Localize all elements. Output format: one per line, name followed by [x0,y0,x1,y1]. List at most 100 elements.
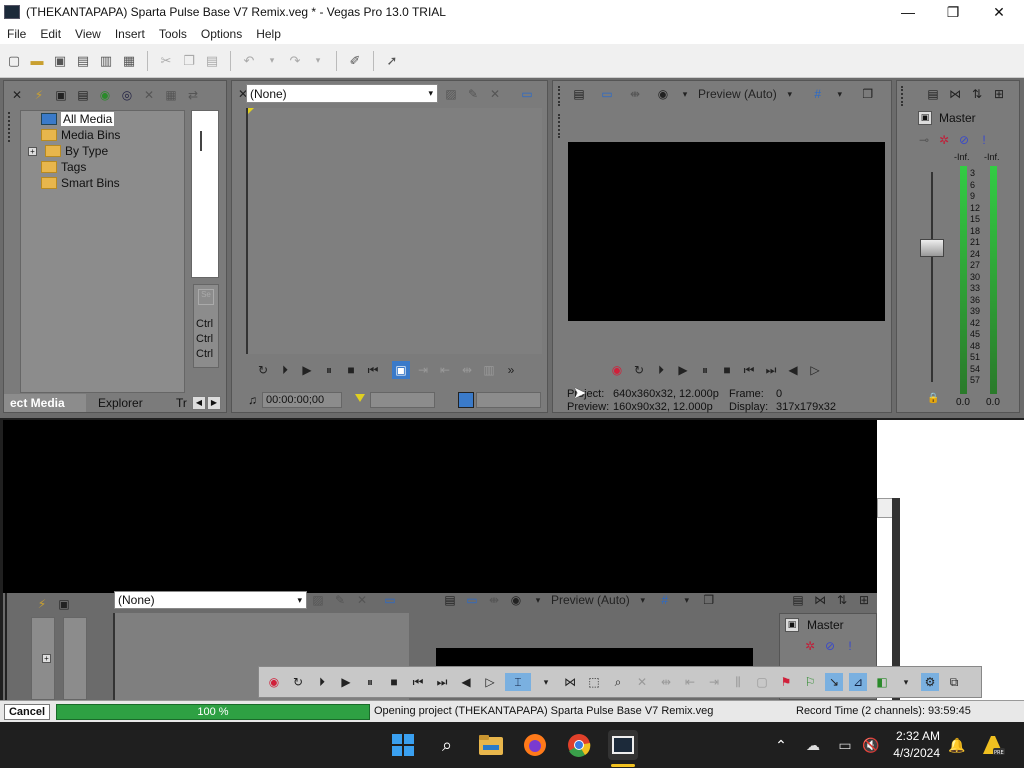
set-in-icon[interactable]: ⇥ [414,361,432,379]
preview-quality-label[interactable]: Preview (Auto) [698,87,777,101]
mixer-downmix-icon[interactable]: ⇅ [968,85,986,103]
video-preview-screen[interactable] [568,142,885,321]
menu-file[interactable]: File [0,27,33,41]
chevron-down-icon[interactable]: ▾ [781,85,799,103]
redo-dropdown-icon[interactable]: ▾ [308,51,328,71]
pause-icon[interactable]: ⏸ [696,361,714,379]
go-to-end-icon[interactable]: ⏭ [762,361,780,379]
copy-icon[interactable]: ❐ [179,51,199,71]
go-to-end-icon[interactable]: ⏭ [433,673,451,691]
save-as-icon[interactable]: ▤ [73,51,93,71]
master-mute-icon[interactable]: ⊘ [955,131,973,149]
cut-icon[interactable]: ✂ [156,51,176,71]
copy-snapshot-icon[interactable]: ❐ [859,85,877,103]
chevron-down-icon[interactable]: ▾ [678,591,696,609]
play-from-start-icon[interactable]: ⏵ [652,361,670,379]
pause-icon[interactable]: ⏸ [361,673,379,691]
show-hidden-icons-icon[interactable]: ⌃ [766,730,796,760]
chevron-down-icon[interactable]: ▾ [676,85,694,103]
master-insert-icon[interactable]: ⊸ [915,131,933,149]
trim-icon[interactable]: ⇹ [458,361,476,379]
media-properties-icon[interactable]: ▦ [162,86,180,104]
selection-tool-icon[interactable]: ⬚ [585,673,603,691]
stop-icon[interactable]: ■ [342,361,360,379]
lock-envelopes-icon[interactable]: ⚙ [921,673,939,691]
go-to-start-icon[interactable]: ⏮ [740,361,758,379]
notifications-icon[interactable]: 🔔 [942,730,972,760]
close-button[interactable]: ✕ [976,0,1022,24]
trim-end-icon[interactable]: ⇥ [705,673,723,691]
loop-icon[interactable]: ↻ [254,361,272,379]
tab-scroll-right-icon[interactable]: ▶ [207,396,221,410]
mixer-properties-icon[interactable]: ▤ [924,85,942,103]
trimmer-thumbnail-icon[interactable] [458,392,474,408]
trimmer-monitor-icon[interactable]: ▭ [518,85,536,103]
menu-tools[interactable]: Tools [152,27,194,41]
set-out-icon[interactable]: ⇤ [436,361,454,379]
trimmer-pin-icon[interactable]: ✎ [464,85,482,103]
chevron-down-icon[interactable]: ▾ [897,673,915,691]
properties-icon[interactable]: ▦ [119,51,139,71]
panel-grip[interactable] [558,86,564,106]
mixer-dim-icon[interactable]: ⊞ [855,591,873,609]
get-media-web-icon[interactable]: ◉ [96,86,114,104]
trimmer-clear-icon[interactable]: ✕ [353,591,371,609]
play-icon[interactable]: ▶ [674,361,692,379]
copilot-icon[interactable]: PRE [978,730,1008,760]
video-fx-icon[interactable]: ◉ [507,591,525,609]
ignore-grouping-icon[interactable]: ⧉ [945,673,963,691]
trimmer-clear-icon[interactable]: ✕ [486,85,504,103]
onedrive-icon[interactable]: ☁ [798,730,828,760]
stop-icon[interactable]: ■ [718,361,736,379]
previous-frame-icon[interactable]: ⏮ [364,361,382,379]
tree-item-smart-bins[interactable]: Smart Bins [41,176,120,190]
panel-grip[interactable] [901,86,907,106]
trimmer-timecode[interactable]: 00:00:00;00 [262,392,342,408]
tab-project-media[interactable]: ect Media [4,394,86,412]
loop-icon[interactable]: ↻ [289,673,307,691]
master-solo-icon[interactable]: ! [841,637,859,655]
grid-overlay-icon[interactable]: # [656,591,674,609]
play-from-start-icon[interactable]: ⏵ [313,673,331,691]
help-pointer-icon[interactable]: ➚ [382,51,402,71]
media-fx-icon[interactable]: ⚡ [33,595,51,613]
undo-dropdown-icon[interactable]: ▾ [262,51,282,71]
vegas-taskbar-icon[interactable] [608,730,638,760]
normal-edit-tool-icon[interactable]: ⌶ [505,673,531,691]
more-icon[interactable]: » [502,361,520,379]
mixer-properties-icon[interactable]: ▤ [789,591,807,609]
zoom-tool-icon[interactable]: ⌕ [609,673,627,691]
pause-icon[interactable]: ⏸ [320,361,338,379]
play-icon[interactable]: ▶ [298,361,316,379]
master-mute-icon[interactable]: ⊘ [821,637,839,655]
trimmer-range[interactable] [370,392,435,408]
open-folder-icon[interactable]: ▬ [27,51,47,71]
capture-icon[interactable]: ▤ [74,86,92,104]
paste-icon[interactable]: ▤ [202,51,222,71]
envelope-tool-icon[interactable]: ⋈ [561,673,579,691]
tree-item-by-type[interactable]: + By Type [28,144,108,158]
crossfades-icon[interactable]: ◧ [873,673,891,691]
volume-icon[interactable]: ♫ [248,393,257,407]
master-solo-icon[interactable]: ! [975,131,993,149]
mixer-narrow-icon[interactable]: ⋈ [946,85,964,103]
tree-item-media-bins[interactable]: Media Bins [41,128,120,142]
play-icon[interactable]: ▶ [337,673,355,691]
next-frame-icon[interactable]: ▷ [806,361,824,379]
loop-icon[interactable]: ↻ [630,361,648,379]
split-screen-icon[interactable]: ⇼ [485,591,503,609]
media-list-pane[interactable] [191,110,219,278]
remove-media-icon[interactable]: ✕ [140,86,158,104]
external-monitor-icon[interactable]: ▭ [598,85,616,103]
menu-help[interactable]: Help [249,27,288,41]
edit-tool-icon[interactable]: ✐ [345,51,365,71]
preview-properties-icon[interactable]: ▤ [441,591,459,609]
mixer-narrow-icon[interactable]: ⋈ [811,591,829,609]
close-pane-icon[interactable]: ✕ [8,86,26,104]
trimmer-pin-icon[interactable]: ✎ [331,591,349,609]
lock-icon[interactable]: 🔒 [927,393,939,404]
split-icon[interactable]: ⫼ [729,673,747,691]
stop-icon[interactable]: ■ [385,673,403,691]
chevron-down-icon[interactable]: ▾ [634,591,652,609]
search-media-icon[interactable]: ◎ [118,86,136,104]
